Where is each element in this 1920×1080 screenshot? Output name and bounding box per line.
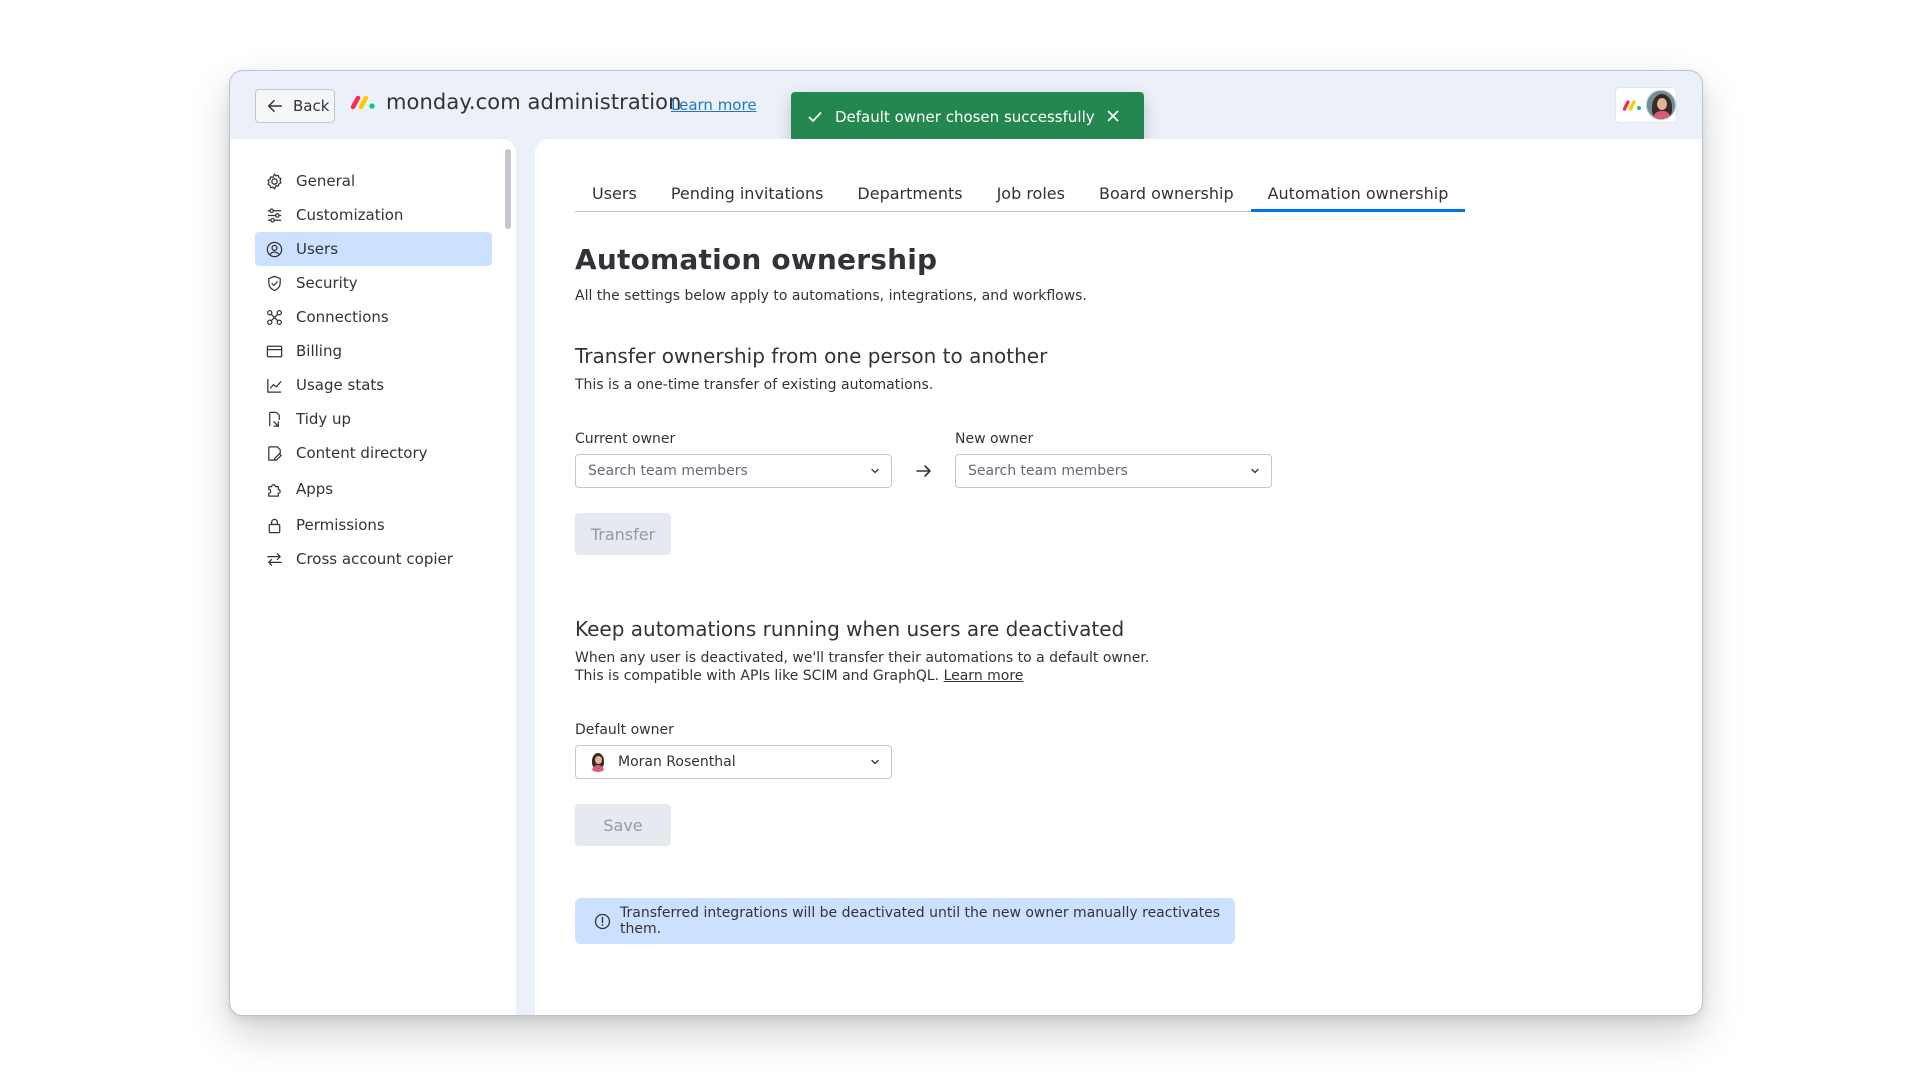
current-owner-field: Current owner Search team members bbox=[575, 431, 892, 488]
deactivated-learn-more-link[interactable]: Learn more bbox=[944, 668, 1024, 684]
chevron-down-icon bbox=[869, 756, 881, 768]
sidebar-item-content-directory[interactable]: Content directory bbox=[255, 436, 492, 470]
sidebar-item-general[interactable]: General bbox=[255, 164, 492, 198]
sliders-icon bbox=[265, 206, 284, 225]
deactivated-heading: Keep automations running when users are … bbox=[575, 617, 1125, 641]
sidebar: General Customization Users Security Con… bbox=[230, 139, 516, 1015]
gear-icon bbox=[265, 172, 284, 191]
sidebar-item-label: Connections bbox=[296, 308, 389, 326]
app-title: monday.com administration bbox=[386, 90, 682, 114]
current-owner-label: Current owner bbox=[575, 431, 676, 447]
sidebar-item-users[interactable]: Users bbox=[255, 232, 492, 266]
close-icon[interactable] bbox=[1104, 107, 1122, 125]
sidebar-item-security[interactable]: Security bbox=[255, 266, 492, 300]
back-label: Back bbox=[293, 97, 330, 115]
tab-job-roles[interactable]: Job roles bbox=[980, 172, 1082, 211]
info-banner: Transferred integrations will be deactiv… bbox=[575, 898, 1235, 944]
account-switcher[interactable] bbox=[1615, 87, 1677, 123]
sidebar-item-label: Billing bbox=[296, 342, 342, 360]
tab-board-ownership[interactable]: Board ownership bbox=[1082, 172, 1251, 211]
content-directory-icon bbox=[265, 444, 284, 463]
broom-icon bbox=[265, 410, 284, 429]
new-owner-placeholder: Search team members bbox=[968, 463, 1128, 479]
main-panel: Users Pending invitations Departments Jo… bbox=[535, 139, 1702, 1015]
check-icon bbox=[807, 109, 823, 125]
page-title: Automation ownership bbox=[575, 243, 938, 276]
info-icon bbox=[594, 913, 611, 930]
transfer-button[interactable]: Transfer bbox=[575, 513, 671, 555]
current-owner-placeholder: Search team members bbox=[588, 463, 748, 479]
page-content: Automation ownership All the settings be… bbox=[575, 243, 1575, 944]
owner-avatar bbox=[588, 752, 608, 772]
transfer-heading: Transfer ownership from one person to an… bbox=[575, 344, 1048, 368]
lock-icon bbox=[265, 516, 284, 535]
connections-icon bbox=[265, 308, 284, 327]
tab-bar: Users Pending invitations Departments Jo… bbox=[575, 172, 1466, 212]
default-owner-label: Default owner bbox=[575, 722, 674, 738]
sidebar-item-tidy-up[interactable]: Tidy up bbox=[255, 402, 492, 436]
chevron-down-icon bbox=[1249, 465, 1261, 477]
deactivated-line1: When any user is deactivated, we'll tran… bbox=[575, 650, 1150, 666]
sidebar-item-connections[interactable]: Connections bbox=[255, 300, 492, 334]
shield-icon bbox=[265, 274, 284, 293]
back-button[interactable]: Back bbox=[255, 89, 335, 123]
transfer-description: This is a one-time transfer of existing … bbox=[575, 377, 934, 393]
tab-departments[interactable]: Departments bbox=[840, 172, 979, 211]
tab-users[interactable]: Users bbox=[575, 172, 654, 211]
sidebar-item-label: Permissions bbox=[296, 516, 385, 534]
sidebar-item-cross-account-copier[interactable]: Cross account copier bbox=[255, 542, 492, 576]
default-owner-select[interactable]: Moran Rosenthal bbox=[575, 745, 892, 779]
sidebar-item-label: Customization bbox=[296, 206, 404, 224]
tab-automation-ownership[interactable]: Automation ownership bbox=[1250, 172, 1466, 212]
page-subtitle: All the settings below apply to automati… bbox=[575, 288, 1087, 304]
tab-pending-invitations[interactable]: Pending invitations bbox=[654, 172, 841, 211]
sidebar-item-customization[interactable]: Customization bbox=[255, 198, 492, 232]
save-button[interactable]: Save bbox=[575, 804, 671, 846]
sidebar-item-usage-stats[interactable]: Usage stats bbox=[255, 368, 492, 402]
sidebar-item-label: Cross account copier bbox=[296, 550, 453, 568]
sidebar-item-billing[interactable]: Billing bbox=[255, 334, 492, 368]
credit-card-icon bbox=[265, 342, 284, 361]
user-circle-icon bbox=[265, 240, 284, 259]
admin-window: Back monday.com administration Learn mor… bbox=[229, 70, 1703, 1016]
default-owner-value: Moran Rosenthal bbox=[618, 754, 736, 770]
sidebar-item-apps[interactable]: Apps bbox=[255, 472, 492, 506]
sidebar-item-label: Tidy up bbox=[296, 410, 352, 428]
sidebar-item-label: Content directory bbox=[296, 444, 428, 462]
avatar bbox=[1646, 90, 1676, 120]
info-message: Transferred integrations will be deactiv… bbox=[620, 905, 1221, 937]
sidebar-item-label: General bbox=[296, 172, 356, 190]
chart-icon bbox=[265, 376, 284, 395]
new-owner-field: New owner Search team members bbox=[955, 431, 1272, 488]
monday-logo-icon bbox=[350, 94, 376, 110]
sidebar-item-label: Users bbox=[296, 240, 339, 258]
sidebar-scrollbar[interactable] bbox=[505, 149, 511, 229]
new-owner-select[interactable]: Search team members bbox=[955, 454, 1272, 488]
chevron-down-icon bbox=[869, 465, 881, 477]
puzzle-icon bbox=[265, 480, 284, 499]
arrow-left-icon bbox=[267, 99, 283, 113]
arrow-right-icon bbox=[892, 454, 955, 488]
deactivated-line2-wrap: This is compatible with APIs like SCIM a… bbox=[575, 668, 1575, 684]
sidebar-nav: General Customization Users Security Con… bbox=[255, 164, 492, 576]
sidebar-item-label: Security bbox=[296, 274, 358, 292]
sidebar-item-permissions[interactable]: Permissions bbox=[255, 508, 492, 542]
success-toast: Default owner chosen successfully bbox=[791, 92, 1144, 142]
sidebar-item-label: Apps bbox=[296, 480, 334, 498]
top-header: Back monday.com administration Learn mor… bbox=[230, 71, 1702, 142]
new-owner-label: New owner bbox=[955, 431, 1034, 447]
header-learn-more-link[interactable]: Learn more bbox=[671, 96, 757, 114]
monday-logo-icon bbox=[1622, 99, 1642, 111]
brand: monday.com administration bbox=[350, 90, 682, 114]
sidebar-item-label: Usage stats bbox=[296, 376, 385, 394]
owner-transfer-row: Current owner Search team members New ow… bbox=[575, 431, 1575, 488]
deactivated-line2: This is compatible with APIs like SCIM a… bbox=[575, 668, 940, 684]
toast-message: Default owner chosen successfully bbox=[835, 108, 1095, 126]
swap-arrows-icon bbox=[265, 550, 284, 569]
current-owner-select[interactable]: Search team members bbox=[575, 454, 892, 488]
default-owner-field: Default owner Moran Rosenthal bbox=[575, 722, 1575, 779]
